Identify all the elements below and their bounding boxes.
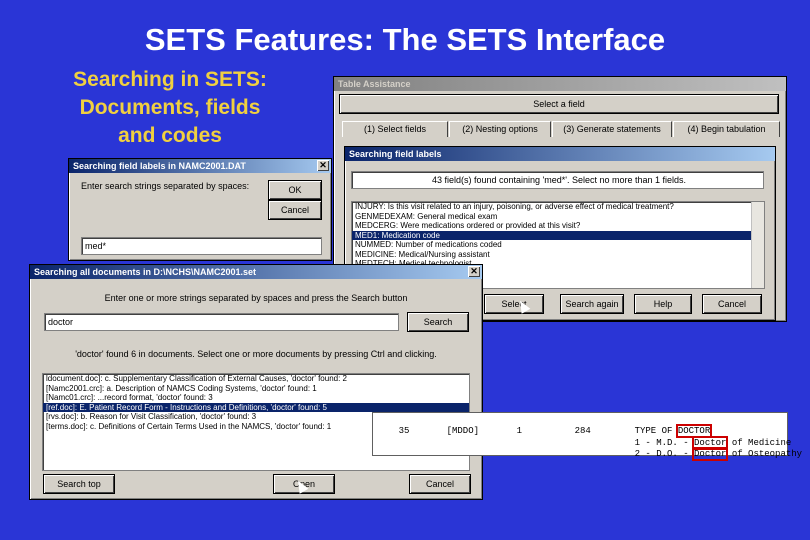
ok-button[interactable]: OK — [269, 181, 321, 199]
cancel-button[interactable]: Cancel — [269, 201, 321, 219]
documents-instruction: Enter one or more strings separated by s… — [104, 293, 408, 303]
list-item[interactable]: ldocument.doc]: c. Supplementary Classif… — [43, 374, 469, 384]
slide-title: SETS Features: The SETS Interface — [144, 22, 666, 57]
table-assistance-title: Table Assistance — [338, 79, 411, 89]
list-item-selected[interactable]: MED1: Medication code — [352, 230, 764, 240]
cancel-button[interactable]: Cancel — [703, 295, 761, 313]
search-again-button[interactable]: Search again — [561, 295, 623, 313]
cancel-button[interactable]: Cancel — [410, 475, 470, 493]
list-item[interactable]: NUMMED: Number of medications coded — [352, 240, 764, 250]
field-labels-search-dialog: Searching field labels in NAMC2001.DAT ✕ … — [68, 158, 332, 261]
codebook-snippet: 35 [MDDO] 1 284 TYPE OF DOCTOR 1 - M.D. - Do… — [372, 412, 802, 461]
search-input[interactable]: med* — [81, 237, 322, 255]
codebook-text: of Osteopathy — [726, 449, 803, 459]
select-field-button[interactable]: Select a field — [340, 95, 778, 113]
table-assistance-titlebar: Table Assistance — [334, 77, 786, 91]
documents-titlebar: Searching all documents in D:\NCHS\NAMC2… — [30, 265, 482, 279]
list-item[interactable]: [Namc2001.crc]: a. Description of NAMCS … — [43, 384, 469, 394]
documents-search-dialog: Searching all documents in D:\NCHS\NAMC2… — [29, 264, 483, 500]
select-button[interactable]: Select — [485, 295, 543, 313]
codebook-col2: [MDDO] — [446, 426, 480, 436]
codebook-highlight: Doctor — [692, 447, 729, 461]
codebook-col3: 1 — [516, 426, 523, 436]
close-icon[interactable]: ✕ — [468, 266, 480, 277]
slide-subtitle: Searching in SETS: Documents, fields and… — [40, 66, 300, 150]
list-item[interactable]: INJURY: Is this visit related to an inju… — [352, 202, 764, 212]
codebook-text: 2 - D.O. - — [634, 449, 695, 459]
tab-begin-tabulation[interactable]: (4) Begin tabulation — [673, 121, 780, 137]
tab-nesting-options[interactable]: (2) Nesting options — [449, 121, 551, 137]
search-field-labels-title: Searching field labels — [349, 149, 442, 159]
documents-title: Searching all documents in D:\NCHS\NAMC2… — [34, 267, 257, 277]
codebook-row-3: 2 - D.O. - Doctor of Osteopathy — [613, 439, 802, 469]
list-scrollbar[interactable] — [751, 202, 764, 288]
search-top-button[interactable]: Search top — [44, 475, 114, 493]
close-icon[interactable]: ✕ — [317, 160, 329, 171]
field-search-status: 43 field(s) found containing 'med*'. Sel… — [351, 171, 764, 189]
list-item[interactable]: [Namc01.crc]: ...record format, 'doctor'… — [43, 393, 469, 403]
field-labels-prompt: Enter search strings separated by spaces… — [81, 181, 250, 191]
list-item-selected[interactable]: [ref.doc]: E. Patient Record Form - Inst… — [43, 402, 469, 412]
tab-strip: (1) Select fields (2) Nesting options (3… — [342, 121, 780, 137]
search-field-labels-titlebar: Searching field labels — [345, 147, 775, 161]
tab-select-fields[interactable]: (1) Select fields — [342, 121, 448, 137]
field-labels-titlebar: Searching field labels in NAMC2001.DAT ✕ — [69, 159, 331, 173]
field-labels-title: Searching field labels in NAMC2001.DAT — [73, 161, 246, 171]
search-button[interactable]: Search — [408, 313, 468, 331]
help-button[interactable]: Help — [635, 295, 691, 313]
list-item[interactable]: MEDICINE: Medical/Nursing assistant — [352, 250, 764, 260]
documents-status: 'doctor' found 6 in documents. Select on… — [75, 349, 437, 359]
tab-generate-statements[interactable]: (3) Generate statements — [552, 121, 672, 137]
list-item[interactable]: GENMEDEXAM: General medical exam — [352, 212, 764, 222]
subtitle-line-1: Searching in SETS: — [73, 68, 267, 91]
search-input[interactable]: doctor — [44, 313, 399, 331]
subtitle-line-2: Documents, fields — [79, 96, 261, 119]
list-item[interactable]: MEDCERG: Were medications ordered or pro… — [352, 221, 764, 231]
codebook-col1: 35 — [398, 426, 410, 436]
subtitle-line-3: and codes — [118, 124, 222, 147]
